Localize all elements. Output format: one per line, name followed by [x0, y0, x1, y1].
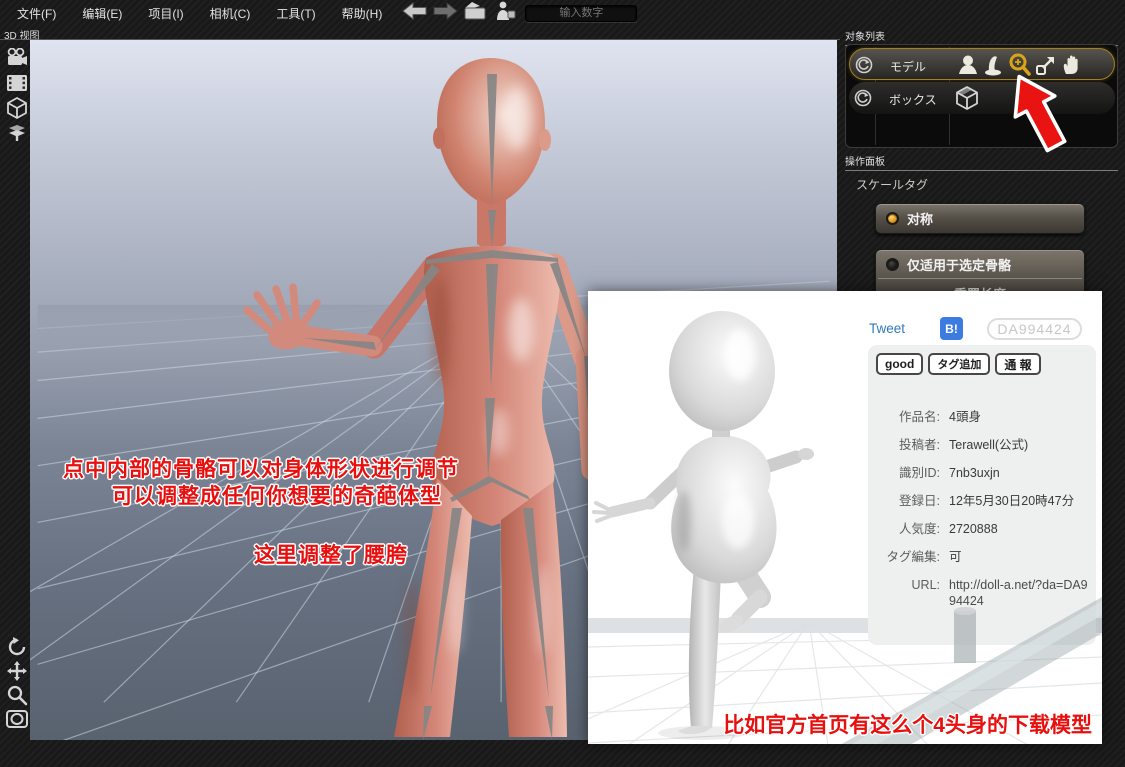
hand-icon[interactable] [1059, 52, 1085, 78]
person-icon[interactable] [955, 52, 981, 78]
forward-arrow-icon[interactable] [432, 0, 459, 27]
info-row-url: URL:http://doll-a.net/?da=DA994424 [876, 577, 1090, 609]
filmstrip-icon[interactable] [3, 70, 31, 96]
frame-view-icon[interactable] [3, 706, 31, 732]
add-tag-button[interactable]: タグ追加 [928, 353, 990, 375]
info-row-title: 作品名:4頭身 [876, 409, 1090, 425]
pose-icon[interactable] [493, 0, 517, 27]
tweet-link[interactable]: Tweet [869, 321, 905, 336]
box-cube-icon[interactable] [954, 85, 980, 111]
download-model-popup: Tweet B! DA994424 good タグ追加 通 報 作品名:4頭身 … [588, 291, 1102, 744]
operation-panel-title: 操作面板 [845, 153, 1118, 171]
radio-off-icon [886, 258, 899, 271]
object-list: モデル ボックス [845, 44, 1118, 148]
object-row-box[interactable]: ボックス [849, 82, 1115, 114]
object-row-model[interactable]: モデル [849, 48, 1115, 80]
selected-bones-label: 仅适用于选定骨骼 [907, 255, 1011, 274]
symmetry-label: 对称 [907, 209, 933, 228]
popup-caption: 比如官方首页有这么个4头身的下载模型 [723, 709, 1092, 739]
number-input[interactable] [525, 5, 637, 22]
annotation-line-1: 点中内部的骨骼可以对身体形状进行调节 [63, 453, 459, 483]
selected-bones-toggle[interactable]: 仅适用于选定骨骼 [876, 250, 1084, 278]
object-row-label: モデル [890, 58, 926, 75]
popup-action-buttons: good タグ追加 通 報 [876, 353, 1041, 375]
report-button[interactable]: 通 報 [995, 353, 1040, 375]
radio-on-icon [886, 212, 899, 225]
info-row-popularity: 人気度:2720888 [876, 521, 1090, 537]
movie-camera-icon[interactable] [3, 45, 31, 71]
visibility-toggle-icon[interactable] [854, 55, 874, 75]
menu-file[interactable]: 文件(F) [8, 0, 65, 27]
scale-tag-label: スケールタグ [856, 176, 928, 193]
viewport-layout-icon[interactable] [3, 120, 31, 146]
pan-view-icon[interactable] [3, 658, 31, 684]
menu-help[interactable]: 帮助(H) [333, 0, 392, 27]
menu-camera[interactable]: 相机(C) [201, 0, 260, 27]
menu-tools[interactable]: 工具(T) [267, 0, 324, 27]
annotation-line-2: 可以调整成任何你想要的奇葩体型 [112, 480, 442, 510]
info-row-tag-edit: タグ編集:可 [876, 549, 1090, 565]
object-row-label: ボックス [889, 91, 937, 108]
menu-project[interactable]: 项目(I) [139, 0, 192, 27]
cube-icon[interactable] [3, 95, 31, 121]
annotation-line-3: 这里调整了腰胯 [254, 539, 408, 569]
transform-icon[interactable] [1033, 52, 1059, 78]
zoom-view-icon[interactable] [3, 682, 31, 708]
good-button[interactable]: good [876, 353, 923, 375]
menu-bar: 文件(F) 编辑(E) 项目(I) 相机(C) 工具(T) 帮助(H) [0, 0, 1125, 26]
pose-tool-icon[interactable] [981, 52, 1007, 78]
visibility-toggle-icon[interactable] [853, 88, 873, 108]
magnifier-icon[interactable] [1007, 52, 1033, 78]
group-divider [878, 278, 1082, 279]
rotate-view-icon[interactable] [3, 634, 31, 660]
info-row-date: 登録日:12年5月30日20時47分 [876, 493, 1090, 509]
model-info-rows: 作品名:4頭身 投稿者:Terawell(公式) 識別ID:7nb3uxjn 登… [876, 409, 1090, 621]
screenshot-icon[interactable] [463, 0, 489, 27]
back-arrow-icon[interactable] [401, 0, 428, 27]
info-row-author: 投稿者:Terawell(公式) [876, 437, 1090, 453]
info-row-id: 識別ID:7nb3uxjn [876, 465, 1090, 481]
symmetry-toggle-button[interactable]: 对称 [875, 203, 1085, 234]
menu-edit[interactable]: 编辑(E) [73, 0, 131, 27]
model-id-field[interactable]: DA994424 [987, 318, 1082, 340]
hatena-bookmark-button[interactable]: B! [940, 317, 963, 340]
